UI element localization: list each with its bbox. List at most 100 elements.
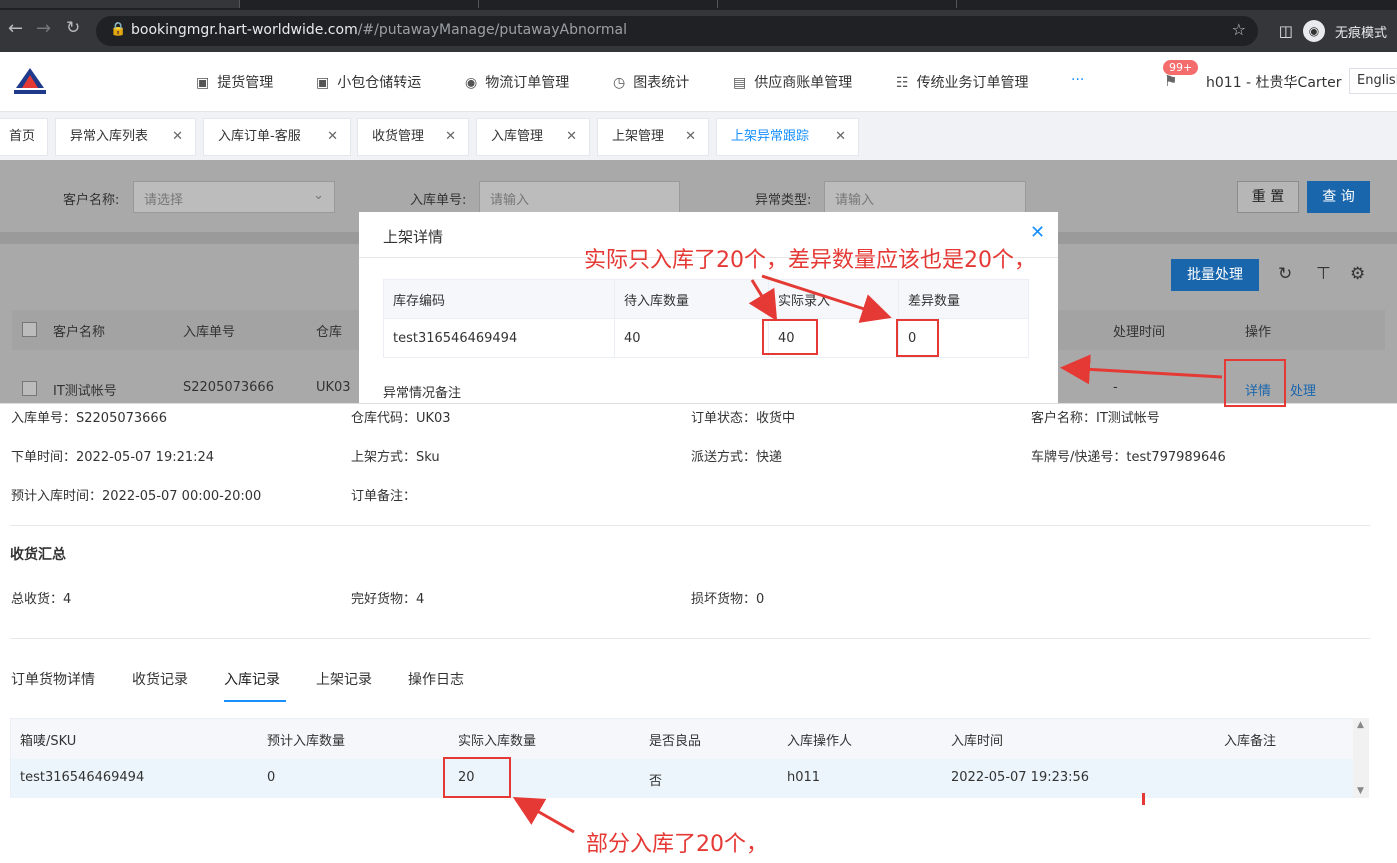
col-diff-qty: 差异数量 — [898, 279, 1029, 319]
settings-icon[interactable]: ⚙ — [1350, 264, 1365, 284]
receiving-summary-title: 收货汇总 — [10, 547, 66, 563]
menu-item-traditional-orders[interactable]: ☷ 传统业务订单管理 — [896, 72, 1029, 92]
tab-receiving-records[interactable]: 收货记录 — [132, 669, 188, 689]
col-actual-input: 实际录入 — [768, 279, 899, 319]
close-icon[interactable]: ✕ — [835, 119, 846, 155]
query-button[interactable]: 查 询 — [1307, 181, 1370, 213]
close-icon[interactable]: ✕ — [1030, 222, 1045, 243]
tab-order-goods-detail[interactable]: 订单货物详情 — [11, 669, 95, 689]
abnormal-type-input[interactable]: 请输入 — [824, 181, 1026, 213]
browser-tab[interactable] — [0, 0, 240, 8]
total-received: 总收货：4 — [11, 592, 72, 607]
lock-icon: 🔒 — [110, 22, 127, 37]
reload-icon[interactable]: ↻ — [66, 18, 80, 38]
ledger-icon: ▤ — [733, 75, 747, 91]
incognito-icon: ◉ — [1302, 20, 1325, 42]
annotation-box-diff-qty — [896, 319, 939, 357]
menu-label: 物流订单管理 — [485, 75, 570, 91]
good-goods: 完好货物：4 — [351, 592, 425, 607]
putaway-detail-modal: 上架详情 ✕ 库存编码 待入库数量 实际录入 差异数量 test31654646… — [359, 212, 1058, 403]
reset-button[interactable]: 重 置 — [1237, 181, 1299, 213]
close-icon[interactable]: ✕ — [566, 119, 577, 155]
menu-label: 供应商账单管理 — [754, 75, 853, 91]
menu-item-pickup[interactable]: ▣ 提货管理 — [196, 72, 273, 92]
tab-home[interactable]: 首页 — [0, 118, 48, 156]
order-no: 入库单号：S2205073666 — [11, 411, 167, 426]
col-warehouse: 仓库 — [316, 325, 343, 340]
tab-label: 入库管理 — [491, 129, 544, 144]
tab-inbound-manage[interactable]: 入库管理 ✕ — [476, 118, 590, 156]
order-note: 订单备注： — [351, 489, 417, 504]
col-actual-qty: 实际入库数量 — [458, 734, 537, 749]
address-bar[interactable]: 🔒 bookingmgr.hart-worldwide.com/#/putawa… — [96, 16, 1258, 46]
page-tabs-bar: 首页 异常入库列表 ✕ 入库订单-客服 ✕ 收货管理 ✕ 入库管理 ✕ 上架管理 ✕ 上架… — [0, 112, 1397, 160]
annotation-text-bottom: 部分入库了20个， — [586, 832, 768, 857]
tab-putaway-records[interactable]: 上架记录 — [316, 669, 372, 689]
refresh-icon[interactable]: ↻ — [1278, 264, 1292, 284]
menu-item-parcel[interactable]: ▣ 小包仓储转运 — [316, 72, 421, 92]
browser-tab[interactable] — [241, 0, 479, 8]
bookmark-star-icon[interactable]: ☆ — [1232, 20, 1246, 39]
cell-process-time: - — [1113, 380, 1118, 395]
menu-more[interactable]: ··· — [1071, 72, 1084, 88]
language-select[interactable]: English — [1349, 68, 1397, 94]
menu-label: 小包仓储转运 — [337, 75, 422, 91]
close-icon[interactable]: ✕ — [445, 119, 456, 155]
table-header: 箱唛/SKU 预计入库数量 实际入库数量 是否良品 入库操作人 入库时间 入库备… — [11, 719, 1354, 759]
col-operator: 入库操作人 — [787, 734, 853, 749]
menu-item-charts[interactable]: ◷ 图表统计 — [613, 72, 689, 92]
tab-label: 上架异常跟踪 — [731, 129, 810, 144]
col-order: 入库单号 — [183, 325, 236, 340]
menu-item-logistics[interactable]: ◉ 物流订单管理 — [465, 72, 569, 92]
back-icon[interactable]: ← — [8, 18, 23, 39]
tracking-no: 车牌号/快递号：test797989646 — [1031, 450, 1226, 465]
tab-putaway-abnormal[interactable]: 上架异常跟踪 ✕ — [716, 118, 859, 156]
col-box-sku: 箱唛/SKU — [20, 734, 77, 749]
scroll-down-icon[interactable]: ▼ — [1357, 786, 1364, 796]
tab-inbound-records[interactable]: 入库记录 — [224, 669, 280, 689]
cell-stock-code: test316546469494 — [383, 318, 615, 358]
close-icon[interactable]: ✕ — [685, 119, 696, 155]
truck-icon: ▣ — [196, 75, 210, 91]
col-inbound-time: 入库时间 — [951, 734, 1004, 749]
app-header: ▣ 提货管理 ▣ 小包仓储转运 ◉ 物流订单管理 ◷ 图表统计 ▤ 供应商账单管理 ☷ 传统… — [0, 52, 1397, 112]
process-link[interactable]: 处理 — [1290, 380, 1316, 399]
row-checkbox[interactable] — [22, 381, 37, 396]
tab-label: 首页 — [9, 129, 36, 144]
close-icon[interactable]: ✕ — [327, 119, 338, 155]
tab-abnormal-inbound-list[interactable]: 异常入库列表 ✕ — [55, 118, 196, 156]
browser-tab[interactable] — [480, 0, 718, 8]
incognito-label: 无痕模式 — [1334, 25, 1387, 41]
annotation-text-top: 实际只入库了20个，差异数量应该也是20个， — [584, 248, 1036, 273]
user-name[interactable]: h011 - 杜贵华Carter — [1206, 72, 1342, 92]
tab-putaway-manage[interactable]: 上架管理 ✕ — [597, 118, 709, 156]
tab-inbound-order-cs[interactable]: 入库订单-客服 ✕ — [203, 118, 351, 156]
expected-inbound-time: 预计入库时间：2022-05-07 00:00-20:00 — [11, 489, 262, 504]
annotation-mark — [1142, 793, 1145, 805]
tab-operation-log[interactable]: 操作日志 — [408, 669, 464, 689]
forward-icon[interactable]: → — [36, 18, 51, 39]
table-scrollbar[interactable]: ▲ ▼ — [1353, 718, 1369, 798]
modal-title: 上架详情 — [383, 228, 444, 246]
warehouse-code: 仓库代码：UK03 — [351, 411, 451, 426]
abnormal-note-label: 异常情况备注 — [383, 386, 462, 401]
order-no-input[interactable]: 请输入 — [479, 181, 680, 213]
column-height-icon[interactable]: ⊤ — [1316, 264, 1331, 284]
table-row[interactable]: test316546469494 0 20 否 h011 2022-05-07 … — [11, 759, 1354, 798]
select-all-checkbox[interactable] — [22, 322, 37, 337]
notification-badge: 99+ — [1163, 60, 1199, 75]
order-time: 下单时间：2022-05-07 19:21:24 — [11, 450, 215, 465]
annotation-box-actual-input — [762, 319, 818, 355]
close-icon[interactable]: ✕ — [172, 119, 183, 155]
col-stock-code: 库存编码 — [383, 279, 615, 319]
sidebar-toggle-icon[interactable]: ◫ — [1279, 22, 1293, 40]
browser-tab[interactable] — [719, 0, 957, 8]
customer-select[interactable]: 请选择 ⌄ — [133, 181, 335, 213]
globe-icon: ◉ — [465, 75, 478, 91]
scroll-up-icon[interactable]: ▲ — [1357, 720, 1364, 730]
tab-receiving[interactable]: 收货管理 ✕ — [357, 118, 469, 156]
batch-process-button[interactable]: 批量处理 — [1171, 259, 1259, 291]
cell-customer: IT测试帐号 — [53, 384, 117, 399]
menu-item-supplier-bills[interactable]: ▤ 供应商账单管理 — [733, 72, 852, 92]
col-is-good: 是否良品 — [649, 734, 702, 749]
